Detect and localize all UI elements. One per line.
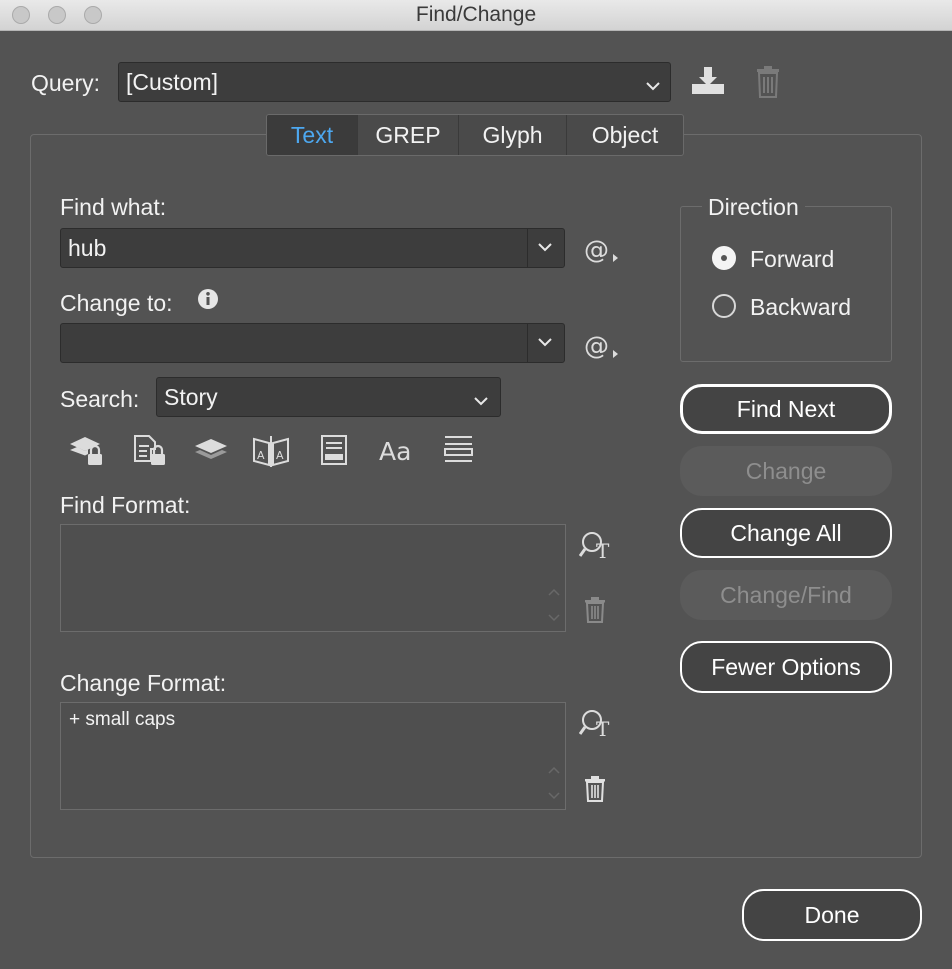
svg-text:A: A (257, 449, 265, 462)
direction-backward-label[interactable]: Backward (750, 294, 851, 321)
find-format-box[interactable] (60, 524, 566, 632)
done-button[interactable]: Done (742, 889, 922, 941)
direction-forward-label[interactable]: Forward (750, 246, 834, 273)
find-format-label: Find Format: (60, 492, 191, 518)
find-what-field[interactable]: hub (60, 228, 565, 268)
direction-label: Direction (702, 194, 805, 221)
svg-text:A: A (276, 449, 284, 462)
find-next-button[interactable]: Find Next (680, 384, 892, 434)
search-label: Search: (60, 386, 140, 412)
fewer-options-button[interactable]: Fewer Options (680, 641, 892, 693)
include-master-pages-icon[interactable]: A A (252, 434, 290, 473)
chevron-down-icon (646, 78, 660, 96)
svg-text:Aa: Aa (379, 437, 411, 466)
change-to-field[interactable] (60, 323, 565, 363)
include-footnotes-icon[interactable] (320, 434, 348, 473)
chevron-down-icon (538, 338, 552, 347)
search-scope-select[interactable]: Story (156, 377, 501, 417)
find-what-label: Find what: (60, 194, 167, 220)
delete-query-icon[interactable] (755, 66, 781, 103)
special-characters-icon[interactable]: @ (584, 330, 620, 365)
query-select[interactable]: [Custom] (118, 62, 671, 102)
clear-change-format-icon[interactable] (584, 776, 606, 807)
specify-find-format-icon[interactable]: T (578, 530, 613, 567)
change-find-button[interactable]: Change/Find (680, 570, 892, 620)
clear-find-format-icon[interactable] (584, 597, 606, 628)
window-title: Find/Change (415, 3, 537, 26)
svg-text:@: @ (584, 235, 609, 264)
save-query-icon[interactable] (690, 66, 726, 101)
svg-text:@: @ (584, 331, 609, 360)
change-format-box[interactable]: + small caps (60, 702, 566, 810)
change-format-label: Change Format: (60, 670, 227, 696)
svg-text:T: T (596, 717, 610, 740)
include-locked-stories-icon[interactable] (132, 434, 170, 473)
tab-glyph[interactable]: Glyph (459, 115, 567, 155)
change-to-dropdown[interactable] (527, 324, 564, 362)
svg-text:T: T (596, 539, 610, 562)
tab-grep[interactable]: GREP (358, 115, 459, 155)
direction-forward-radio[interactable] (712, 246, 736, 270)
info-icon[interactable] (197, 288, 219, 315)
change-to-label: Change to: (60, 290, 173, 316)
scroll-arrows-icon[interactable] (547, 765, 561, 806)
special-characters-icon[interactable]: @ (584, 234, 620, 269)
change-button[interactable]: Change (680, 446, 892, 496)
tab-bar: Text GREP Glyph Object (266, 114, 684, 156)
direction-backward-radio[interactable] (712, 294, 736, 318)
specify-change-format-icon[interactable]: T (578, 708, 613, 745)
case-sensitive-icon[interactable]: Aa (379, 434, 417, 471)
change-format-text: + small caps (69, 709, 176, 730)
tab-object[interactable]: Object (567, 115, 683, 155)
chevron-down-icon (474, 393, 488, 411)
query-value: [Custom] (126, 69, 219, 95)
change-all-button[interactable]: Change All (680, 508, 892, 558)
find-what-value: hub (68, 235, 107, 261)
tab-text[interactable]: Text (267, 115, 358, 155)
whole-word-icon[interactable] (442, 434, 476, 471)
chevron-down-icon (538, 243, 552, 252)
title-bar: Find/Change (0, 0, 952, 31)
scroll-arrows-icon[interactable] (547, 587, 561, 628)
find-what-dropdown[interactable] (527, 229, 564, 267)
include-hidden-layers-icon[interactable] (193, 436, 229, 471)
search-scope-value: Story (164, 384, 218, 410)
query-label: Query: (31, 70, 101, 96)
direction-group (680, 206, 892, 362)
include-locked-layers-icon[interactable] (68, 434, 106, 473)
